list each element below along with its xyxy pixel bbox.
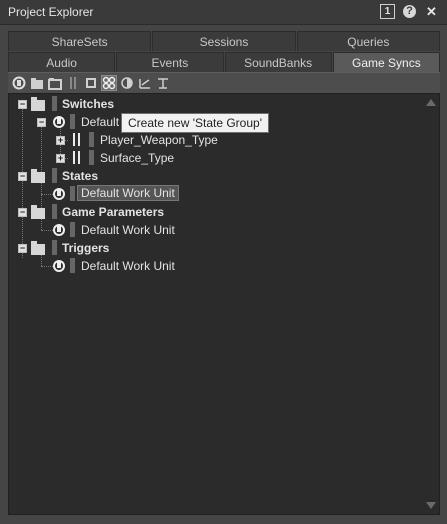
toolbar xyxy=(8,72,440,93)
tab-row-top: ShareSets Sessions Queries xyxy=(8,31,440,51)
trigger-icon[interactable] xyxy=(156,76,170,90)
tree-row-states-workunit[interactable]: Default Work Unit xyxy=(9,185,429,203)
tab-game-syncs[interactable]: Game Syncs xyxy=(332,52,440,72)
tree-row-switches[interactable]: − Switches xyxy=(9,95,429,113)
color-marker xyxy=(52,96,57,111)
tab-audio[interactable]: Audio xyxy=(8,52,116,72)
help-icon[interactable]: ? xyxy=(403,5,416,18)
color-marker xyxy=(89,132,94,147)
title-bar: Project Explorer 1 ? ✕ xyxy=(0,0,447,25)
tree-row-switch-group[interactable]: + Player_Weapon_Type xyxy=(9,131,429,149)
work-unit-icon xyxy=(53,187,65,200)
tree-row-game-parameters[interactable]: − Game Parameters xyxy=(9,203,429,221)
work-unit-icon xyxy=(53,115,65,128)
folder-icon xyxy=(31,169,45,183)
color-marker xyxy=(52,204,57,219)
tab-events[interactable]: Events xyxy=(116,52,224,72)
tree-row-game-parameters-workunit[interactable]: Default Work Unit xyxy=(9,221,429,239)
folder-icon xyxy=(31,205,45,219)
color-marker xyxy=(52,240,57,255)
tree-label-selected: Default Work Unit xyxy=(77,185,179,201)
pin-button[interactable]: 1 xyxy=(380,4,395,19)
scroll-down-icon[interactable] xyxy=(426,502,436,509)
collapse-icon[interactable]: − xyxy=(18,244,27,253)
collapse-icon[interactable]: − xyxy=(18,172,27,181)
virtual-folder-icon[interactable] xyxy=(48,76,62,90)
game-parameter-icon[interactable] xyxy=(138,76,152,90)
color-marker xyxy=(70,258,75,273)
tree-label: Default xyxy=(81,115,120,129)
work-unit-icon xyxy=(53,223,65,236)
tab-row-bottom: Audio Events SoundBanks Game Syncs xyxy=(8,52,440,72)
color-marker xyxy=(52,168,57,183)
folder-icon xyxy=(31,241,45,255)
collapse-icon[interactable]: − xyxy=(18,100,27,109)
project-tree[interactable]: − Switches − Default + Player_Weapon_Typ… xyxy=(8,93,440,515)
switch-group-icon xyxy=(73,151,81,164)
folder-icon[interactable] xyxy=(30,76,44,90)
tree-row-triggers-workunit[interactable]: Default Work Unit xyxy=(9,257,429,275)
tab-sharesets[interactable]: ShareSets xyxy=(8,31,152,51)
tree-label: Triggers xyxy=(62,241,110,255)
color-marker xyxy=(70,114,75,129)
close-icon[interactable]: ✕ xyxy=(424,4,439,19)
state-icon[interactable] xyxy=(120,76,134,90)
tree-label: Default Work Unit xyxy=(81,223,175,237)
tree-label: Player_Weapon_Type xyxy=(100,133,218,147)
tree-row-states[interactable]: − States xyxy=(9,167,429,185)
tree-row-triggers[interactable]: − Triggers xyxy=(9,239,429,257)
tree-label: States xyxy=(62,169,99,183)
window-title: Project Explorer xyxy=(8,5,94,19)
expand-icon[interactable]: + xyxy=(56,154,65,163)
tab-queries[interactable]: Queries xyxy=(296,31,440,51)
tab-soundbanks[interactable]: SoundBanks xyxy=(224,52,332,72)
state-group-icon[interactable] xyxy=(101,75,117,91)
expand-icon[interactable]: + xyxy=(56,136,65,145)
color-marker xyxy=(70,222,75,237)
tree-row-switch-group[interactable]: + Surface_Type xyxy=(9,149,429,167)
folder-icon xyxy=(31,97,45,111)
tree-label: Surface_Type xyxy=(100,151,175,165)
work-unit-icon xyxy=(53,259,65,272)
work-unit-icon[interactable] xyxy=(12,76,26,90)
tree-label: Default Work Unit xyxy=(81,259,175,273)
collapse-icon[interactable]: − xyxy=(18,208,27,217)
color-marker xyxy=(70,186,75,201)
tree-label: Switches xyxy=(62,97,115,111)
switch-group-icon xyxy=(73,133,81,146)
tab-sessions[interactable]: Sessions xyxy=(152,31,296,51)
tree-label: Game Parameters xyxy=(62,205,165,219)
scroll-up-icon[interactable] xyxy=(426,99,436,106)
collapse-icon[interactable]: − xyxy=(37,118,46,127)
tooltip: Create new 'State Group' xyxy=(121,113,269,133)
color-marker xyxy=(89,150,94,165)
switch-icon[interactable] xyxy=(84,76,98,90)
switch-group-icon[interactable] xyxy=(66,76,80,90)
vertical-scrollbar[interactable] xyxy=(424,95,438,513)
